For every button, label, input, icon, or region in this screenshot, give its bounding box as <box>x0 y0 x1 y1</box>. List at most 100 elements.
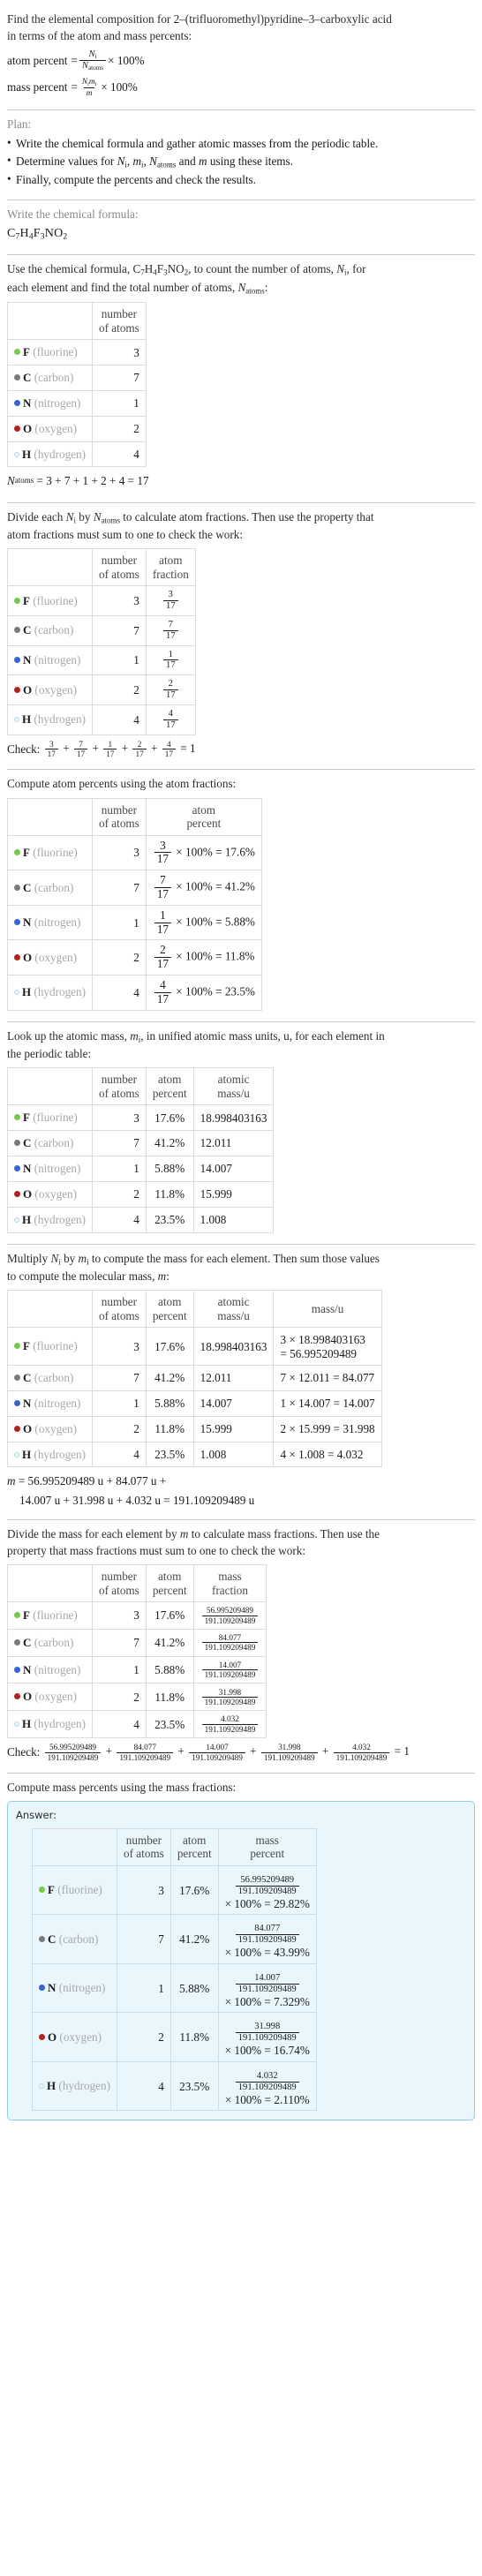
element-dot-oxygen <box>14 425 20 432</box>
fraction-numerator: 84.077 <box>133 1743 156 1752</box>
table-body: F (fluorine) 3 17.6% 56.995209489 191.109209… <box>31 1864 317 2112</box>
element-name-cell: N (nitrogen) <box>31 1962 118 2014</box>
element-dot-carbon <box>14 1140 20 1147</box>
fraction: 3 17 <box>163 590 178 612</box>
fraction-denominator: 17 <box>163 659 178 671</box>
fraction-denominator: 17 <box>163 600 178 612</box>
atom-percent-cell: 23.5% <box>169 2060 219 2112</box>
mass-fraction-cell: 84.077 191.109209489 <box>192 1628 267 1657</box>
element-full-name: (fluorine) <box>33 1339 78 1353</box>
element-name-cell: N (nitrogen) <box>6 644 94 676</box>
check-result: = 1 <box>394 1744 410 1759</box>
mass-fraction-check: Check: 56.995209489 191.109209489 + 84.07… <box>7 1743 475 1762</box>
fraction-numerator: Ni <box>88 49 97 61</box>
answer-label: Answer: <box>16 1809 57 1822</box>
fraction-numerator: 7 <box>160 873 166 887</box>
atom-count-cell: 1 <box>117 1962 171 2014</box>
atom-percent-cell: 11.8% <box>145 1180 194 1208</box>
element-full-name: (carbon) <box>34 1371 74 1384</box>
atom-percent-cell: 41.2% <box>145 1365 194 1391</box>
check-result: = 1 <box>180 741 196 755</box>
element-full-name: (hydrogen) <box>34 1717 87 1731</box>
element-dot-carbon <box>14 627 20 634</box>
atom-percent-cell: 17.6% <box>145 1601 194 1630</box>
atom-percent-cell: 41.2% <box>169 1914 219 1964</box>
element-symbol: N <box>23 395 32 410</box>
header-number-of-atoms: number of atoms <box>92 1563 147 1603</box>
atomic-mass-cell: 14.007 <box>192 1155 275 1182</box>
atomic-mass-cell: 15.999 <box>192 1180 275 1208</box>
table-row: C (carbon) 7 41.2% 84.077 191.109209489 × 100… <box>31 1914 317 1964</box>
table-row: H (hydrogen) 4 23.5% 1.008 4 × 1.008 = 4.032 <box>6 1441 382 1468</box>
plan-item: Write the chemical formula and gather at… <box>7 134 475 152</box>
check-expression: 56.995209489 191.109209489 + 84.077 191.10… <box>43 1743 410 1762</box>
mass-calc-cell: 2 × 15.999 = 31.998 <box>273 1415 382 1442</box>
formula-symbol: C <box>132 262 141 275</box>
mass-fraction-prompt-line-1: Divide the mass for each element by m to… <box>7 1526 380 1540</box>
table-row: H (hydrogen) 4 23.5% 4.032 191.109209489 <box>6 1710 267 1739</box>
table-row: H (hydrogen) 4 23.5% 1.008 <box>6 1206 275 1233</box>
atom-count-cell: 7 <box>92 614 147 646</box>
header-mass-percent: mass percent <box>217 1827 317 1866</box>
table-header-row: number of atoms atom percent <box>6 797 262 836</box>
formula-symbol: N <box>44 226 55 240</box>
atom-count-cell: 3 <box>92 1327 147 1366</box>
table-row: O (oxygen) 2 11.8% 15.999 <box>6 1180 275 1208</box>
element-name-cell: C (carbon) <box>6 1628 94 1657</box>
element-full-name: (nitrogen) <box>34 915 81 930</box>
table-row: N (nitrogen) 1 1 17 × 100% = 5.88% <box>6 904 262 941</box>
element-dot-carbon <box>14 374 20 380</box>
times-100-result: × 100% = 16.74% <box>224 2044 310 2057</box>
fraction-numerator: 1 <box>160 908 166 922</box>
atom-count-table: number of atoms F (fluorine) 3 C (carbon) 7 N… <box>6 301 147 468</box>
fraction: 14.007 191.109209489 <box>189 1743 245 1762</box>
element-symbol: N <box>23 653 32 667</box>
fraction-numerator: 1 <box>168 649 173 659</box>
fraction: 4 17 <box>162 740 176 759</box>
formula-symbol: C <box>7 226 16 240</box>
mass-fraction-cell: 56.995209489 191.109209489 <box>192 1601 267 1630</box>
element-symbol: H <box>22 985 32 999</box>
table-row: C (carbon) 7 7 17 <box>6 614 196 646</box>
element-symbol: N <box>48 1981 56 1995</box>
fraction: 4 17 <box>154 978 171 1006</box>
element-dot-hydrogen <box>39 2083 44 2090</box>
element-symbol: H <box>22 447 32 461</box>
atom-count-cell: 2 <box>92 415 147 442</box>
element-dot-oxygen <box>39 2033 45 2040</box>
mass-fraction-cell: 4.032 191.109209489 <box>192 1710 267 1739</box>
table-body: F (fluorine) 3 17.6% 18.998403163 3 × 18.998… <box>6 1327 382 1468</box>
fraction-denominator: 191.109209489 <box>117 1751 174 1762</box>
fraction-denominator: 191.109209489 <box>201 1642 259 1652</box>
fraction-denominator: 17 <box>154 957 171 971</box>
fraction-denominator: 191.109209489 <box>260 1751 318 1762</box>
element-symbol: F <box>23 846 30 860</box>
element-name-cell: O (oxygen) <box>31 2012 118 2062</box>
table-header-row: number of atoms atom percent atomic mass/u <box>6 1067 275 1106</box>
mass-percent-calc-cell: 4.032 191.109209489 × 100% = 2.110% <box>217 2060 317 2112</box>
atom-fraction-check: Check: 3 17 + 7 17 + 1 17 + 2 17 + 4 17 = 1 <box>7 740 475 759</box>
fraction-denominator: 17 <box>154 991 171 1006</box>
mass-fraction-cell: 14.007 191.109209489 <box>192 1655 267 1684</box>
element-name-cell: N (nitrogen) <box>6 389 94 417</box>
atom-count-cell: 4 <box>92 704 147 735</box>
atom-count-cell: 7 <box>92 870 147 906</box>
atom-fraction-table: number of atoms atom fraction F (fluorine)… <box>6 548 196 735</box>
element-name-cell: F (fluorine) <box>6 585 94 616</box>
formula-symbol: F <box>33 226 41 240</box>
element-symbol: C <box>23 371 32 384</box>
fraction-numerator: 14.007 <box>254 1972 281 1983</box>
table-header-row: number of atoms atom percent mass fraction <box>6 1563 267 1603</box>
element-name-cell: F (fluorine) <box>6 1327 94 1366</box>
atom-count-cell: 7 <box>92 1130 147 1156</box>
table-row: N (nitrogen) 1 5.88% 14.007 191.109209489 × 1… <box>31 1962 317 2014</box>
fraction-numerator: 3 <box>49 739 54 749</box>
element-full-name: (fluorine) <box>33 1111 78 1125</box>
element-dot-hydrogen <box>14 1721 19 1728</box>
fraction-denominator: 17 <box>103 749 117 758</box>
fraction-denominator: 17 <box>154 922 171 937</box>
formula-section: Write the chemical formula: C7H4F3NO2 <box>7 200 475 251</box>
mass-calc-cell: 7 × 12.011 = 84.077 <box>273 1365 382 1391</box>
formula-prompt: Write the chemical formula: <box>7 207 139 222</box>
fraction-prompt-line-2: atom fractions must sum to one to check … <box>7 528 243 542</box>
